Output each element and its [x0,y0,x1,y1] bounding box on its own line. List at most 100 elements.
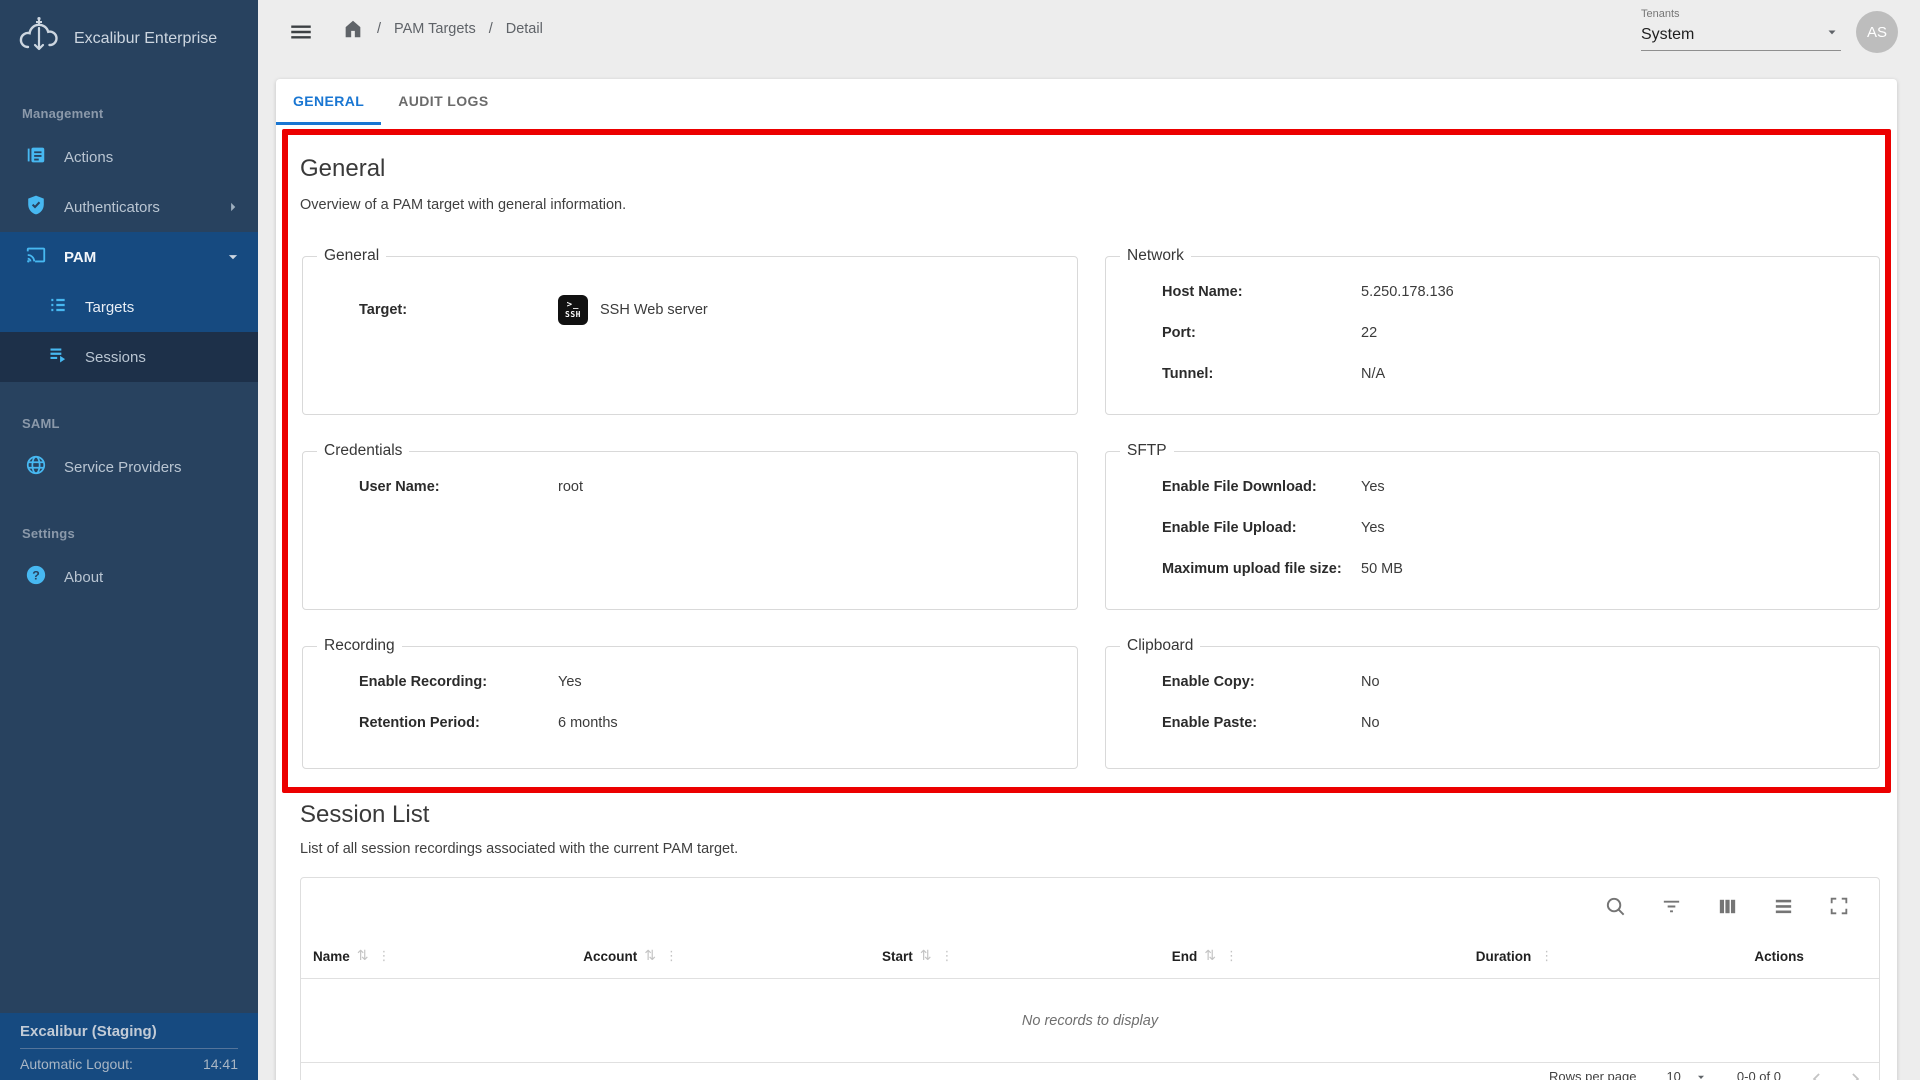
field-value: 50 MB [1361,561,1403,577]
chevron-right-icon [224,198,242,216]
menu-toggle-button[interactable] [288,19,314,45]
field-value: N/A [1361,366,1385,382]
column-header-duration[interactable]: Duration [1476,949,1532,964]
avatar-initials: AS [1867,24,1887,41]
sidebar-item-targets[interactable]: Targets [0,282,258,332]
search-icon[interactable] [1603,894,1627,918]
density-icon[interactable] [1771,894,1795,918]
column-menu-icon[interactable]: ⋮ [1225,949,1238,964]
empty-table-message: No records to display [301,979,1879,1063]
field-label: Tunnel: [1162,366,1361,382]
dropdown-arrow-icon [1825,25,1839,44]
cast-icon [25,244,47,270]
field-value: Yes [1361,520,1385,536]
sort-icon[interactable]: ⇅ [1204,948,1216,964]
auto-logout-label: Automatic Logout: [20,1056,133,1072]
tenants-select[interactable]: Tenants System [1641,8,1841,51]
tab-audit-logs[interactable]: AUDIT LOGS [381,79,505,125]
tenants-label: Tenants [1641,8,1841,20]
page-description: Overview of a PAM target with general in… [300,197,626,213]
playlist-play-icon [48,345,68,369]
fieldset-general-legend: General [317,247,386,265]
home-icon[interactable] [342,18,364,40]
field-value: 22 [1361,325,1377,341]
main-content-card: GENERAL AUDIT LOGS General Overview of a… [276,79,1897,1080]
tab-general[interactable]: GENERAL [276,79,381,125]
field-label: Retention Period: [359,715,558,731]
fieldset-credentials-legend: Credentials [317,442,409,460]
app-logo: Excalibur Enterprise [16,16,217,61]
fieldset-recording: Recording Enable Recording:Yes Retention… [302,637,1078,769]
tab-bar: GENERAL AUDIT LOGS [276,79,1897,125]
sidebar-footer: Excalibur (Staging) Automatic Logout: 14… [0,1013,258,1080]
environment-label: Excalibur (Staging) [20,1023,238,1049]
feed-icon [25,144,47,170]
fieldset-clipboard: Clipboard Enable Copy:No Enable Paste:No [1105,637,1880,769]
fieldset-recording-legend: Recording [317,637,402,655]
auto-logout-timer: 14:41 [203,1056,238,1072]
column-header-account[interactable]: Account [583,949,637,964]
section-label-saml: SAML [22,416,60,431]
fieldset-network-legend: Network [1120,247,1191,265]
field-label: User Name: [359,479,558,495]
app-title: Excalibur Enterprise [74,30,217,48]
sidebar: Excalibur Enterprise Management Actions … [0,0,258,1080]
breadcrumb: / PAM Targets / Detail [342,18,543,40]
fieldset-sftp-legend: SFTP [1120,442,1174,460]
column-header-end[interactable]: End [1172,949,1198,964]
column-menu-icon[interactable]: ⋮ [378,949,391,964]
sidebar-item-about[interactable]: ? About [0,552,258,602]
filter-icon[interactable] [1659,894,1683,918]
pagination-range: 0-0 of 0 [1737,1069,1781,1080]
sidebar-item-label: Targets [85,299,134,316]
field-label: Enable Recording: [359,674,558,690]
fieldset-network: Network Host Name:5.250.178.136 Port:22 … [1105,247,1880,415]
sidebar-item-pam[interactable]: PAM [0,232,258,282]
svg-text:?: ? [32,568,40,582]
field-value: 6 months [558,715,618,731]
rows-per-page-select[interactable]: 10 [1666,1069,1706,1080]
column-menu-icon[interactable]: ⋮ [1540,949,1553,964]
column-menu-icon[interactable]: ⋮ [665,949,678,964]
fieldset-credentials: Credentials User Name:root [302,442,1078,610]
rows-per-page-label: Rows per page [1549,1069,1636,1080]
section-label-settings: Settings [22,526,75,541]
next-page-icon[interactable] [1845,1069,1865,1080]
fieldset-general: General Target: >_ SSH SSH Web server [302,247,1078,415]
field-label: Enable File Download: [1162,479,1361,495]
list-icon [48,295,68,319]
sort-icon[interactable]: ⇅ [357,948,369,964]
column-header-name[interactable]: Name [313,949,350,964]
sidebar-item-sessions[interactable]: Sessions [0,332,258,382]
breadcrumb-pam-targets[interactable]: PAM Targets [394,21,476,37]
sidebar-item-actions[interactable]: Actions [0,132,258,182]
field-value: No [1361,674,1380,690]
breadcrumb-separator: / [489,21,493,37]
sidebar-item-label: Authenticators [64,199,160,216]
sidebar-item-service-providers[interactable]: Service Providers [0,442,258,492]
rows-per-page-value: 10 [1666,1069,1680,1080]
field-label: Enable File Upload: [1162,520,1361,536]
page-title: General [300,155,385,183]
fieldset-clipboard-legend: Clipboard [1120,637,1200,655]
column-menu-icon[interactable]: ⋮ [940,949,953,964]
field-value: Yes [558,674,582,690]
fullscreen-icon[interactable] [1827,894,1851,918]
field-value: root [558,479,583,495]
field-label: Enable Paste: [1162,715,1361,731]
sort-icon[interactable]: ⇅ [644,948,656,964]
screen: Excalibur Enterprise Management Actions … [0,0,1920,1080]
column-header-start[interactable]: Start [882,949,913,964]
user-avatar[interactable]: AS [1856,11,1898,53]
shield-check-icon [25,194,47,220]
session-table: Name ⇅ ⋮ Account ⇅ ⋮ Start ⇅ ⋮ End ⇅ ⋮ Duration ⋮… [300,877,1880,1080]
sidebar-item-authenticators[interactable]: Authenticators [0,182,258,232]
previous-page-icon[interactable] [1807,1069,1827,1080]
sort-icon[interactable]: ⇅ [920,948,932,964]
target-label: Target: [359,302,558,318]
section-label-management: Management [22,106,103,121]
chevron-down-icon [224,248,242,266]
breadcrumb-detail: Detail [506,21,543,37]
sidebar-item-label: PAM [64,249,96,266]
columns-icon[interactable] [1715,894,1739,918]
